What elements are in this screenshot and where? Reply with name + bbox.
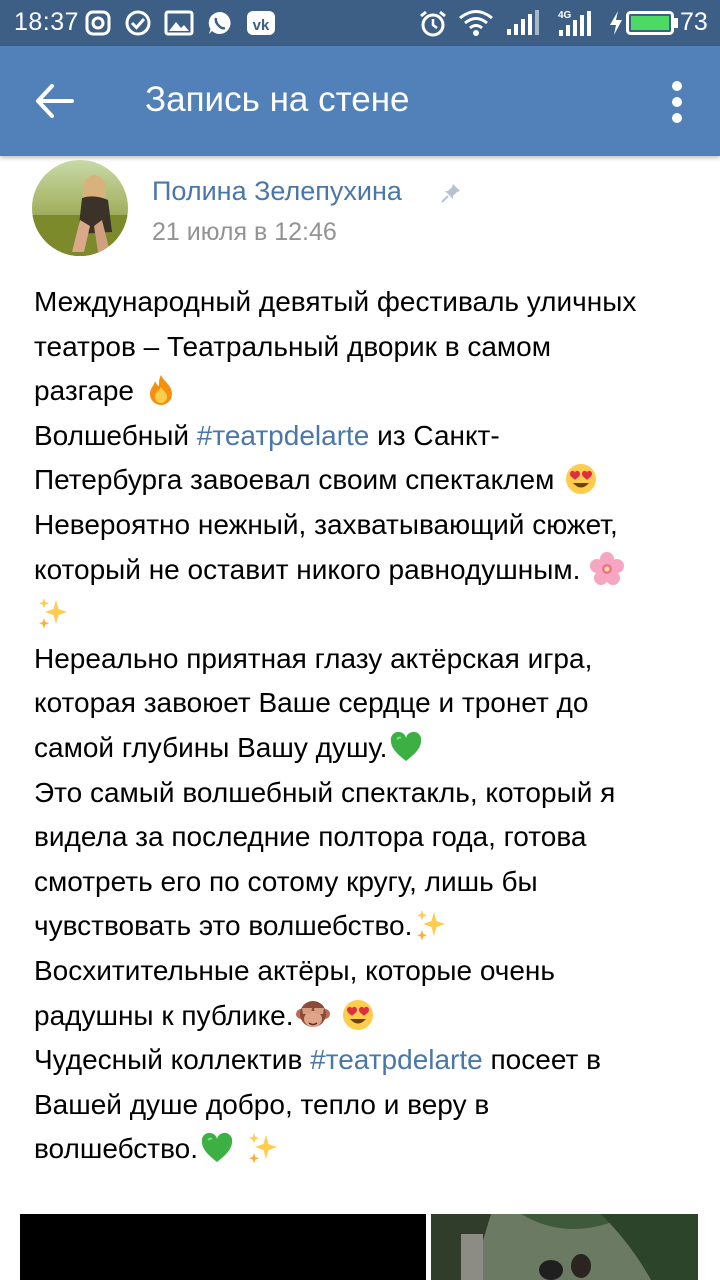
attachment-photo-2[interactable] <box>431 1214 698 1280</box>
arrow-back-icon <box>36 84 74 118</box>
post-text-segment: Международный девятый фестиваль уличных <box>34 286 637 317</box>
check-circle-icon <box>125 10 151 36</box>
page-title: Запись на стене <box>145 80 410 119</box>
sparkles-emoji <box>414 908 448 942</box>
post-text-line: Восхитительные актёры, которые очень <box>34 949 694 994</box>
status-time: 18:37 <box>14 8 80 36</box>
svg-text:vk: vk <box>253 17 270 34</box>
post-text-line: видела за последние полтора года, готова <box>34 815 694 860</box>
post-text-segment: волшебство. <box>34 1133 199 1165</box>
post-text-segment: театров – Театральный дворик в самом <box>34 330 551 362</box>
hashtag-link[interactable]: #театрdelarte <box>197 420 370 451</box>
cherry-blossom-emoji <box>590 551 625 586</box>
post-text-line: Нереально приятная глазу актёрская игра, <box>34 637 694 682</box>
post-text-segment: Восхитительные актёры, которые очень <box>34 954 555 986</box>
avatar[interactable] <box>32 160 128 256</box>
post-text-segment: Чудесный коллектив <box>34 1044 311 1076</box>
charging-icon <box>610 11 622 35</box>
post-text-segment <box>236 1133 244 1164</box>
green-heart-emoji <box>200 1131 234 1165</box>
post-text-segment: смотреть его по сотому кругу, лишь бы <box>34 865 538 897</box>
post-text-segment: которая завоюет Ваше сердце и тронет до <box>34 687 589 719</box>
alarm-icon <box>420 10 446 37</box>
post-text-segment: Нереально приятная глазу актёрская игра, <box>34 642 593 674</box>
signal-icon <box>507 10 539 35</box>
post-text-line: которая завоюет Ваше сердце и тронет до <box>34 681 694 726</box>
post-date[interactable]: 21 июля в 12:46 <box>152 218 337 247</box>
status-bar: 18:37 vk 4G 73 <box>0 0 720 46</box>
post-text-segment: разгаре <box>34 375 142 407</box>
post-text: Международный девятый фестиваль уличных т… <box>34 280 694 1172</box>
post-text-line: чувствовать это волшебство. <box>34 904 694 949</box>
post-text-line: смотреть его по сотому кругу, лишь бы <box>34 860 694 905</box>
post-text-line <box>34 592 694 637</box>
signal-4g-icon: 4G <box>558 10 591 36</box>
post-text-segment <box>332 1000 340 1031</box>
post-text-line: театров – Театральный дворик в самом <box>34 325 694 370</box>
post-text-line: разгаре <box>34 369 694 414</box>
post-text-segment: который не оставит никого равнодушным. <box>34 553 589 585</box>
post-text-line: который не оставит никого равнодушным. <box>34 548 694 593</box>
gallery-icon <box>164 10 194 36</box>
post-text-line: Невероятно нежный, захватывающий сюжет, <box>34 503 694 548</box>
post-text-line: Волшебный #театрdelarte из Санкт- <box>34 414 694 459</box>
post-text-segment: Это самый волшебный спектакль, который я <box>34 776 616 808</box>
wifi-icon <box>459 10 493 36</box>
post-text-line: Это самый волшебный спектакль, который я <box>34 771 694 816</box>
post-text-segment: радушны к публике. <box>34 999 294 1031</box>
fire-emoji <box>144 373 178 407</box>
app-header: Запись на стене <box>0 46 720 156</box>
hashtag-link[interactable]: #театрdelarte <box>310 1044 483 1075</box>
post-text-segment: Волшебный <box>34 419 197 451</box>
more-options-button[interactable] <box>660 76 694 128</box>
instagram-icon <box>85 10 111 36</box>
battery-icon <box>626 11 678 35</box>
post-text-segment: чувствовать это волшебство. <box>34 910 413 942</box>
pin-icon <box>441 184 460 203</box>
post-text-line: радушны к публике. <box>34 994 694 1039</box>
battery-percent: 73 <box>680 8 708 36</box>
green-heart-emoji <box>389 730 423 764</box>
post-text-line: Вашей душе добро, тепло и веру в <box>34 1083 694 1128</box>
post-text-line: самой глубины Вашу душу. <box>34 726 694 771</box>
post-text-segment: Невероятно нежный, захватывающий сюжет, <box>34 508 618 540</box>
post-text-line: Международный девятый фестиваль уличных <box>34 280 694 325</box>
post-text-segment: посеет в <box>482 1044 601 1076</box>
sparkles-emoji <box>36 596 70 630</box>
attachment-photo-1[interactable] <box>20 1214 426 1280</box>
heart-eyes-emoji <box>564 462 598 496</box>
post-text-line: Петербурга завоевал своим спектаклем <box>34 458 694 503</box>
post-text-segment: из Санкт- <box>369 419 500 451</box>
more-vertical-icon <box>672 81 682 123</box>
see-no-evil-monkey-emoji <box>295 998 330 1032</box>
sparkles-emoji <box>246 1131 280 1165</box>
whatsapp-icon <box>208 11 231 34</box>
post-text-segment: Вашей душе добро, тепло и веру в <box>34 1088 490 1120</box>
network-label: 4G <box>558 10 572 21</box>
post-text-line: Чудесный коллектив #театрdelarte посеет … <box>34 1038 694 1083</box>
author-name[interactable]: Полина Зелепухина <box>152 176 402 207</box>
heart-eyes-emoji <box>341 998 375 1032</box>
post-text-segment: видела за последние полтора года, готова <box>34 821 587 853</box>
back-button[interactable] <box>30 76 80 126</box>
post-text-line: волшебство. <box>34 1127 694 1172</box>
post-text-segment: самой глубины Вашу душу. <box>34 731 388 763</box>
vk-icon: vk <box>247 11 275 35</box>
post-text-segment: Петербурга завоевал своим спектаклем <box>34 464 563 496</box>
